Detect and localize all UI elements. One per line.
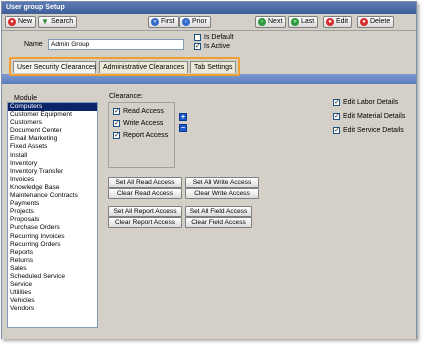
next-icon: ›	[258, 18, 266, 26]
list-item[interactable]: Vehicles	[8, 297, 97, 305]
is-default-checkbox[interactable]	[194, 34, 201, 41]
tabs-highlight	[9, 57, 240, 76]
search-label: Search	[51, 18, 74, 25]
is-default-label: Is Default	[204, 34, 234, 41]
list-item[interactable]: Knowledge Base	[8, 184, 97, 192]
new-label: New	[18, 18, 33, 25]
edit-labor-details-label: Edit Labor Details	[343, 99, 399, 106]
edit-service-details-option[interactable]: ✓ Edit Service Details	[333, 127, 404, 134]
last-label: Last	[301, 18, 315, 25]
delete-button[interactable]: ● Delete	[357, 16, 395, 28]
list-item[interactable]: Fixed Assets	[8, 143, 97, 151]
user-group-setup-window: User group Setup ● New ▼ Search « First …	[1, 1, 417, 339]
write-access-checkbox[interactable]: ✓	[113, 120, 120, 127]
module-label: Module	[14, 95, 37, 102]
edit-service-details-label: Edit Service Details	[343, 127, 404, 134]
toolbar: ● New ▼ Search « First ‹ Prior › Next » …	[2, 14, 416, 31]
list-item[interactable]: Recurring Orders	[8, 241, 97, 249]
header-panel: Name Admin Group Is Default ✓ Is Active	[2, 32, 416, 55]
list-item[interactable]: Proposals	[8, 216, 97, 224]
list-item[interactable]: Payments	[8, 200, 97, 208]
list-item[interactable]: Document Center	[8, 127, 97, 135]
edit-icon: ●	[326, 18, 334, 26]
list-item[interactable]: Computers	[8, 103, 97, 112]
list-item[interactable]: Inventory Transfer	[8, 168, 97, 176]
clear-read-access-button[interactable]: Clear Read Access	[108, 188, 182, 199]
edit-service-details-checkbox[interactable]: ✓	[333, 127, 340, 134]
prior-button[interactable]: ‹ Prior	[179, 16, 211, 28]
first-icon: «	[151, 18, 159, 26]
list-item[interactable]: Scheduled Service	[8, 273, 97, 281]
edit-material-details-option[interactable]: ✓ Edit Material Details	[333, 113, 405, 120]
clearance-label: Clearance:	[109, 93, 143, 100]
list-item[interactable]: Email Marketing	[8, 135, 97, 143]
clearance-group: ✓ Read Access ✓ Write Access ✓ Report Ac…	[108, 102, 175, 168]
write-access-option[interactable]: ✓ Write Access	[113, 120, 163, 127]
window-title: User group Setup	[2, 2, 416, 14]
set-all-read-access-button[interactable]: Set All Read Access	[108, 177, 182, 188]
list-item[interactable]: Customers	[8, 119, 97, 127]
list-item[interactable]: Utilities	[8, 289, 97, 297]
list-item[interactable]: Customer Equipment	[8, 111, 97, 119]
search-button[interactable]: ▼ Search	[38, 16, 78, 28]
edit-labor-details-checkbox[interactable]: ✓	[333, 99, 340, 106]
edit-button[interactable]: ● Edit	[323, 16, 353, 28]
is-active-label: Is Active	[204, 43, 231, 50]
list-item[interactable]: Recurring Invoices	[8, 233, 97, 241]
set-all-report-access-button[interactable]: Set All Report Access	[108, 206, 182, 217]
last-button[interactable]: » Last	[288, 16, 319, 28]
list-item[interactable]: Inventory	[8, 160, 97, 168]
clear-write-access-button[interactable]: Clear Write Access	[185, 188, 259, 199]
report-access-checkbox[interactable]: ✓	[113, 132, 120, 139]
is-active-option[interactable]: ✓ Is Active	[194, 43, 230, 50]
clear-report-access-button[interactable]: Clear Report Access	[108, 217, 182, 228]
filter-icon: ▼	[41, 17, 49, 26]
next-label: Next	[268, 18, 283, 25]
collapse-icon[interactable]: −	[179, 124, 187, 132]
last-icon: »	[291, 18, 299, 26]
read-access-checkbox[interactable]: ✓	[113, 108, 120, 115]
list-item[interactable]: Invoices	[8, 176, 97, 184]
expand-icon[interactable]: +	[179, 113, 187, 121]
delete-label: Delete	[370, 18, 391, 25]
list-item[interactable]: Install	[8, 152, 97, 160]
name-label: Name	[24, 41, 43, 48]
first-label: First	[161, 18, 175, 25]
edit-material-details-checkbox[interactable]: ✓	[333, 113, 340, 120]
read-access-option[interactable]: ✓ Read Access	[113, 108, 164, 115]
new-button[interactable]: ● New	[5, 16, 37, 28]
delete-icon: ●	[360, 18, 368, 26]
read-access-label: Read Access	[123, 108, 164, 115]
is-active-checkbox[interactable]: ✓	[194, 43, 201, 50]
clearances-panel: Module Computers Customer Equipment Cust…	[2, 85, 416, 339]
list-item[interactable]: Service	[8, 281, 97, 289]
report-access-option[interactable]: ✓ Report Access	[113, 132, 168, 139]
set-all-field-access-button[interactable]: Set All Field Access	[185, 206, 252, 217]
report-access-label: Report Access	[123, 132, 169, 139]
next-button[interactable]: › Next	[255, 16, 287, 28]
list-item[interactable]: Maintenance Contracts	[8, 192, 97, 200]
name-field[interactable]: Admin Group	[48, 39, 184, 50]
new-icon: ●	[8, 18, 16, 26]
first-button[interactable]: « First	[148, 16, 179, 28]
prior-label: Prior	[192, 18, 207, 25]
list-item[interactable]: Projects	[8, 208, 97, 216]
edit-material-details-label: Edit Material Details	[343, 113, 406, 120]
edit-labor-details-option[interactable]: ✓ Edit Labor Details	[333, 99, 398, 106]
edit-label: Edit	[336, 18, 349, 25]
clear-field-access-button[interactable]: Clear Field Access	[185, 217, 252, 228]
prior-icon: ‹	[182, 18, 190, 26]
list-item[interactable]: Purchase Orders	[8, 224, 97, 232]
list-item[interactable]: Returns	[8, 257, 97, 265]
list-item[interactable]: Reports	[8, 249, 97, 257]
is-default-option[interactable]: Is Default	[194, 34, 234, 41]
module-list[interactable]: Computers Customer Equipment Customers D…	[7, 102, 98, 328]
write-access-label: Write Access	[123, 120, 164, 127]
set-all-write-access-button[interactable]: Set All Write Access	[185, 177, 259, 188]
list-item[interactable]: Sales	[8, 265, 97, 273]
list-item[interactable]: Vendors	[8, 305, 97, 313]
